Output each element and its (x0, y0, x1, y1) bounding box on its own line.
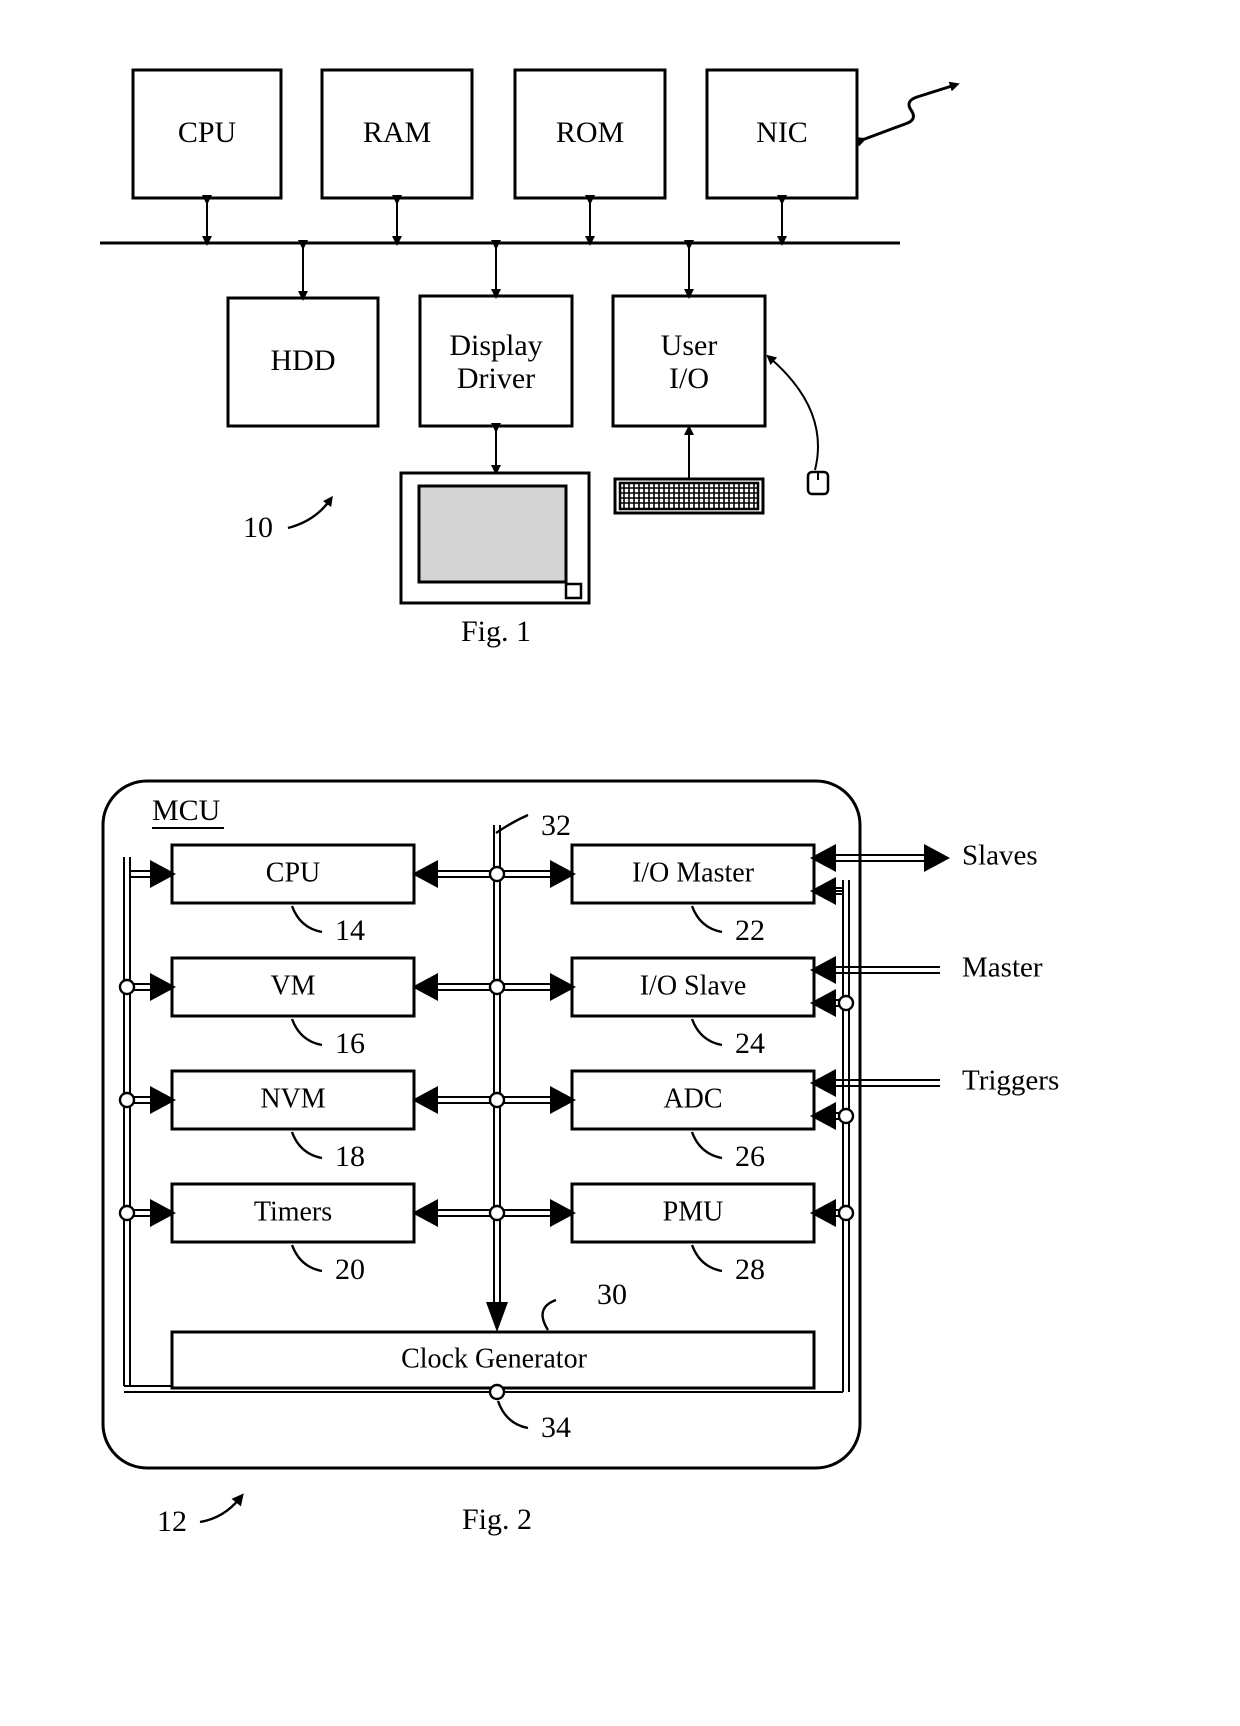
block-cpu-label: CPU (178, 116, 237, 149)
bus-node-row3 (488, 1091, 506, 1109)
monitor-screen (417, 484, 568, 584)
figure1-top-bus-connectors (202, 195, 787, 246)
mouse-cable (766, 354, 819, 471)
ref-34: 34 (541, 1411, 571, 1444)
external-arrow-slaves-out (924, 844, 950, 872)
bus-node-row4 (488, 1204, 506, 1222)
ref-10: 10 (243, 511, 273, 544)
block-ram-label: RAM (363, 116, 431, 149)
mcu-title: MCU (152, 794, 221, 827)
block-nic-label: NIC (756, 116, 808, 149)
figure1-caption: Fig. 1 (461, 615, 531, 648)
figure1-top-blocks: CPU RAM ROM NIC (131, 68, 859, 200)
mcu-block-io-master-label: I/O Master (632, 857, 755, 888)
keyboard-icon (613, 477, 765, 515)
mcu-block-timers-label: Timers (254, 1196, 332, 1227)
block-display-driver-label-line1: Display (449, 329, 542, 362)
ref-14: 14 (335, 914, 365, 947)
mouse-icon (766, 354, 830, 496)
clock-node-io-slave (837, 994, 855, 1012)
figure1-system-reference: 10 (243, 495, 333, 544)
ref-20: 20 (335, 1253, 365, 1286)
monitor-power-button (564, 582, 583, 600)
monitor-icon (399, 471, 591, 605)
wireless-link-icon (855, 81, 960, 147)
external-label-triggers: Triggers (962, 1065, 1059, 1097)
figure-1: CPU RAM ROM NIC HDD Display Driver User … (100, 68, 960, 648)
figure1-bottom-bus-connectors (298, 240, 694, 301)
block-display-driver-label-line2: Driver (457, 362, 535, 395)
clock-node-adc (837, 1107, 855, 1125)
patent-figure-sheet: CPU RAM ROM NIC HDD Display Driver User … (0, 0, 1240, 1726)
figure-2: MCU 32 CPU 14 VM 16 NVM 18 Timers 20 I/O… (101, 779, 1059, 1538)
ref-26: 26 (735, 1140, 765, 1173)
ref-24: 24 (735, 1027, 765, 1060)
ref-22: 22 (735, 914, 765, 947)
ref-32: 32 (541, 809, 571, 842)
ref-28: 28 (735, 1253, 765, 1286)
ref-12-leader (199, 1493, 244, 1524)
block-rom-label: ROM (556, 116, 624, 149)
mcu-block-nvm-label: NVM (260, 1083, 325, 1114)
clock-node-timers (118, 1204, 136, 1222)
block-hdd-label: HDD (271, 344, 336, 377)
mcu-block-adc-label: ADC (663, 1083, 722, 1114)
ref-16: 16 (335, 1027, 365, 1060)
ref-18: 18 (335, 1140, 365, 1173)
figure2-mcu-reference: 12 (157, 1493, 244, 1538)
clock-node-vm (118, 978, 136, 996)
mcu-block-vm-label: VM (270, 970, 315, 1001)
external-label-slaves: Slaves (962, 840, 1038, 872)
block-user-io-label-line1: User (661, 329, 718, 362)
figure1-bottom-blocks: HDD Display Driver User I/O (226, 294, 767, 428)
mcu-block-io-slave-label: I/O Slave (640, 970, 747, 1001)
external-label-master: Master (962, 952, 1043, 984)
clock-node-nvm (118, 1091, 136, 1109)
ref-12: 12 (157, 1505, 187, 1538)
clock-node-pmu (837, 1204, 855, 1222)
figure2-caption: Fig. 2 (462, 1503, 532, 1536)
mcu-block-cpu-label: CPU (266, 857, 320, 888)
ref-30: 30 (597, 1278, 627, 1311)
mcu-block-pmu-label: PMU (663, 1196, 724, 1227)
bus-node-row1 (488, 865, 506, 883)
bus-node-row2 (488, 978, 506, 996)
mcu-block-clock-generator-label: Clock Generator (401, 1343, 587, 1374)
mcu-title-group: MCU (152, 794, 224, 829)
block-user-io-label-line2: I/O (669, 362, 709, 395)
ref-10-leader (287, 495, 333, 530)
clock-node-34 (488, 1383, 506, 1401)
